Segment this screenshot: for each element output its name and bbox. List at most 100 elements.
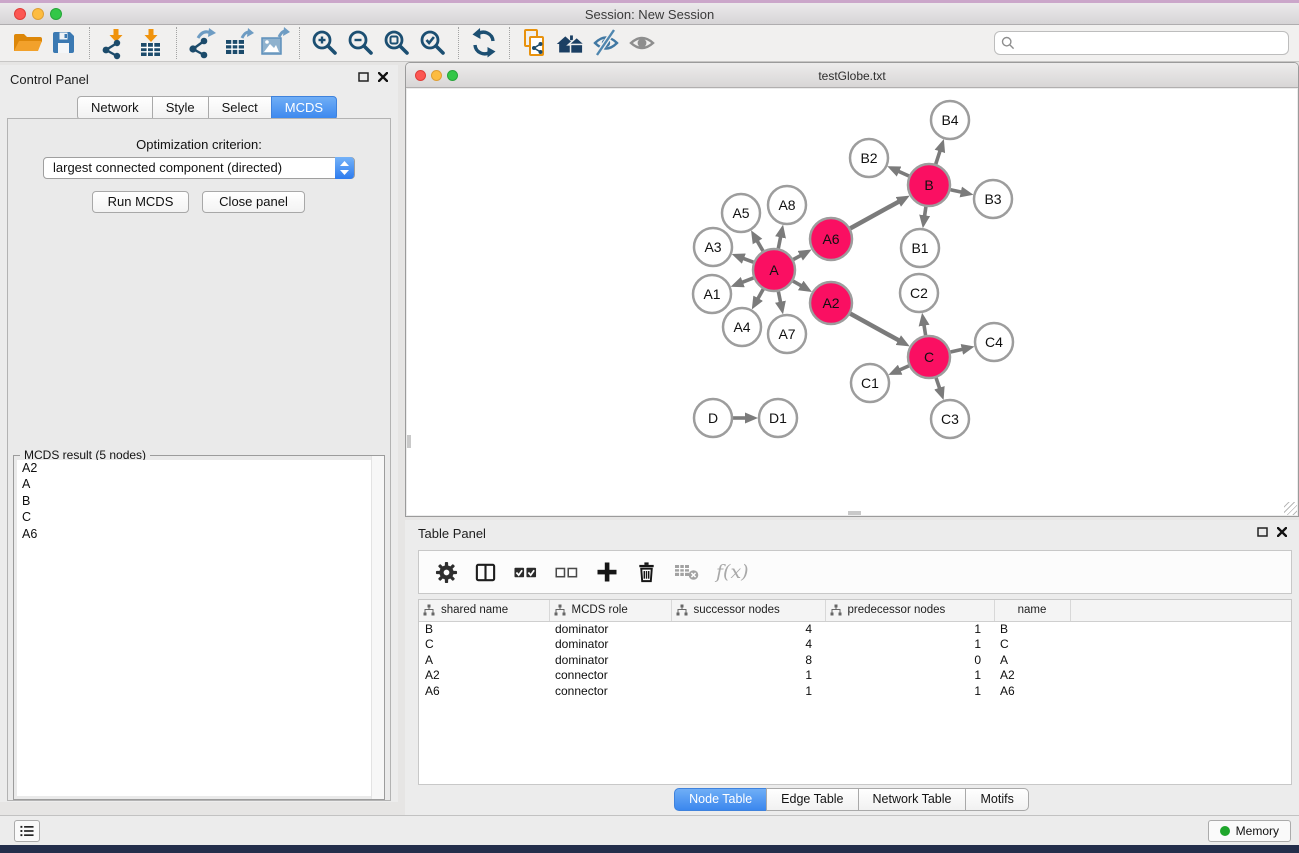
tab-node-table[interactable]: Node Table [674, 788, 767, 811]
graph-edge-A-A5[interactable] [757, 240, 763, 251]
table-cell[interactable]: B [994, 621, 1070, 637]
zoom-fit-icon[interactable] [379, 26, 415, 60]
graph-node-D1[interactable]: D1 [759, 399, 797, 437]
table-cell[interactable]: dominator [549, 621, 671, 637]
graph-edge-A-A2[interactable] [793, 281, 802, 286]
graph-edge-C-C4[interactable] [950, 349, 963, 352]
close-panel-icon[interactable] [378, 72, 388, 82]
graph-edge-B-B3[interactable] [950, 190, 962, 193]
run-mcds-button[interactable]: Run MCDS [92, 191, 189, 213]
graph-node-C[interactable]: C [908, 336, 950, 378]
tab-mcds[interactable]: MCDS [271, 96, 337, 120]
table-cell[interactable]: B [419, 621, 549, 637]
mcds-result-item[interactable]: B [17, 493, 381, 509]
graph-edge-B-B2[interactable] [897, 171, 909, 176]
graph-edge-B-B1[interactable] [924, 207, 926, 218]
duplicate-network-icon[interactable] [517, 26, 553, 60]
graph-node-B2[interactable]: B2 [850, 139, 888, 177]
import-network-icon[interactable] [97, 26, 133, 60]
graph-node-A3[interactable]: A3 [694, 228, 732, 266]
float-panel-icon[interactable] [358, 72, 369, 82]
mcds-result-item[interactable]: A6 [17, 526, 381, 542]
table-cell[interactable]: 1 [825, 684, 994, 700]
table-cell[interactable]: 4 [671, 621, 825, 637]
graph-edge-A-A3[interactable] [742, 258, 753, 262]
graph-node-C3[interactable]: C3 [931, 400, 969, 438]
table-cell[interactable]: 1 [825, 637, 994, 653]
criterion-dropdown[interactable]: largest connected component (directed) [43, 157, 355, 179]
resize-grip[interactable] [1284, 502, 1297, 515]
delete-column-trash-icon[interactable] [635, 560, 658, 584]
show-all-networks-icon[interactable] [553, 26, 589, 60]
import-table-icon[interactable] [133, 26, 169, 60]
table-cell[interactable]: dominator [549, 637, 671, 653]
graph-node-B4[interactable]: B4 [931, 101, 969, 139]
table-cell[interactable]: dominator [549, 653, 671, 669]
mcds-result-item[interactable]: A2 [17, 460, 381, 476]
network-graph[interactable]: B4B2BB3A5A8A6B1A3AC2A1A2A4A7C4CC1C3DD1 [407, 89, 1299, 517]
graph-edge-A-A4[interactable] [757, 289, 763, 300]
zoom-in-icon[interactable] [307, 26, 343, 60]
graph-edge-A-A1[interactable] [741, 278, 754, 283]
function-builder-icon[interactable]: f(x) [716, 561, 749, 583]
graph-edge-C-C2[interactable] [924, 324, 926, 336]
tab-motifs[interactable]: Motifs [965, 788, 1028, 811]
mcds-result-item[interactable]: C [17, 509, 381, 525]
graph-node-A1[interactable]: A1 [693, 275, 731, 313]
deselect-all-checkboxes-icon[interactable] [554, 561, 579, 584]
graph-edge-B-B4[interactable] [936, 149, 941, 164]
table-cell[interactable]: 1 [671, 668, 825, 684]
table-row[interactable]: A2connector11A2 [419, 668, 1291, 684]
graph-node-C4[interactable]: C4 [975, 323, 1013, 361]
graph-edge-A2-C[interactable] [850, 314, 900, 341]
graph-node-A8[interactable]: A8 [768, 186, 806, 224]
select-all-checkboxes-icon[interactable] [513, 561, 538, 584]
table-cell[interactable]: C [994, 637, 1070, 653]
table-cell[interactable]: 1 [671, 684, 825, 700]
export-table-icon[interactable] [220, 26, 256, 60]
open-folder-icon[interactable] [10, 26, 46, 60]
memory-button[interactable]: Memory [1208, 820, 1291, 842]
mcds-result-item[interactable]: A [17, 476, 381, 492]
tab-select[interactable]: Select [208, 96, 272, 120]
graph-edge-A-A6[interactable] [793, 255, 802, 260]
graph-node-A4[interactable]: A4 [723, 308, 761, 346]
table-cell[interactable]: 8 [671, 653, 825, 669]
column-header-shared-name[interactable]: shared name [419, 600, 549, 621]
close-table-panel-icon[interactable] [1277, 527, 1287, 537]
graph-node-B[interactable]: B [908, 164, 950, 206]
graph-edge-C-C1[interactable] [898, 366, 909, 371]
graph-edge-A-A8[interactable] [778, 235, 781, 248]
table-row[interactable]: Adominator80A [419, 653, 1291, 669]
table-cell[interactable]: C [419, 637, 549, 653]
table-row[interactable]: Bdominator41B [419, 621, 1291, 637]
dropdown-stepper-icon[interactable] [335, 157, 354, 179]
search-input[interactable] [994, 31, 1289, 55]
zoom-out-icon[interactable] [343, 26, 379, 60]
table-cell[interactable]: A6 [994, 684, 1070, 700]
table-cell[interactable]: A2 [419, 668, 549, 684]
export-network-icon[interactable] [184, 26, 220, 60]
export-image-icon[interactable] [256, 26, 292, 60]
graph-edge-A6-B[interactable] [850, 201, 900, 228]
hide-selection-eye-slash-icon[interactable] [589, 26, 625, 60]
table-cell[interactable]: A6 [419, 684, 549, 700]
table-cell[interactable]: A [994, 653, 1070, 669]
column-header-predecessor-nodes[interactable]: predecessor nodes [825, 600, 994, 621]
graph-node-A2[interactable]: A2 [810, 282, 852, 324]
table-cell[interactable]: 0 [825, 653, 994, 669]
task-history-button[interactable] [14, 820, 40, 842]
close-panel-button[interactable]: Close panel [202, 191, 305, 213]
table-row[interactable]: Cdominator41C [419, 637, 1291, 653]
float-table-panel-icon[interactable] [1257, 527, 1268, 537]
refresh-view-icon[interactable] [466, 26, 502, 60]
graph-node-B3[interactable]: B3 [974, 180, 1012, 218]
tab-edge-table[interactable]: Edge Table [766, 788, 858, 811]
table-cell[interactable]: connector [549, 684, 671, 700]
mcds-list-scrollbar[interactable] [371, 456, 384, 799]
show-selection-eye-icon[interactable] [625, 26, 661, 60]
graph-node-A7[interactable]: A7 [768, 315, 806, 353]
column-header-name[interactable]: name [994, 600, 1070, 621]
add-column-icon[interactable] [595, 560, 619, 584]
graph-edge-C-C3[interactable] [936, 378, 940, 390]
